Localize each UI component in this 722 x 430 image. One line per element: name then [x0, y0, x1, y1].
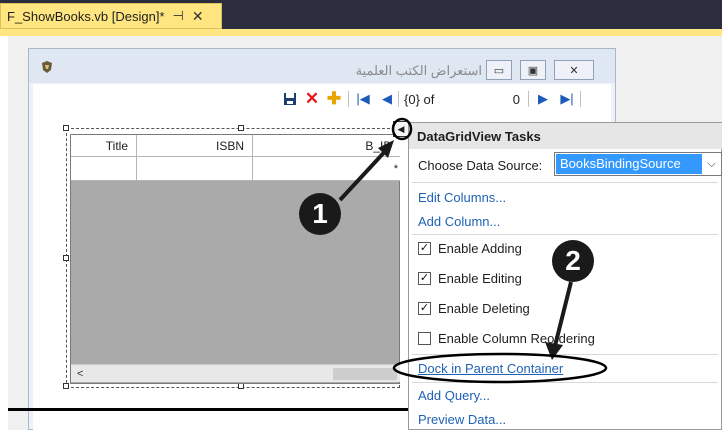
annotation-overlay	[338, 117, 608, 384]
callout-two: 2	[552, 240, 594, 282]
smart-tag-highlight-circle	[391, 117, 413, 141]
arrow-one-line	[338, 144, 392, 202]
dock-highlight-ellipse	[392, 352, 608, 384]
callout-one: 1	[299, 193, 341, 235]
arrow-two-line	[553, 281, 573, 347]
